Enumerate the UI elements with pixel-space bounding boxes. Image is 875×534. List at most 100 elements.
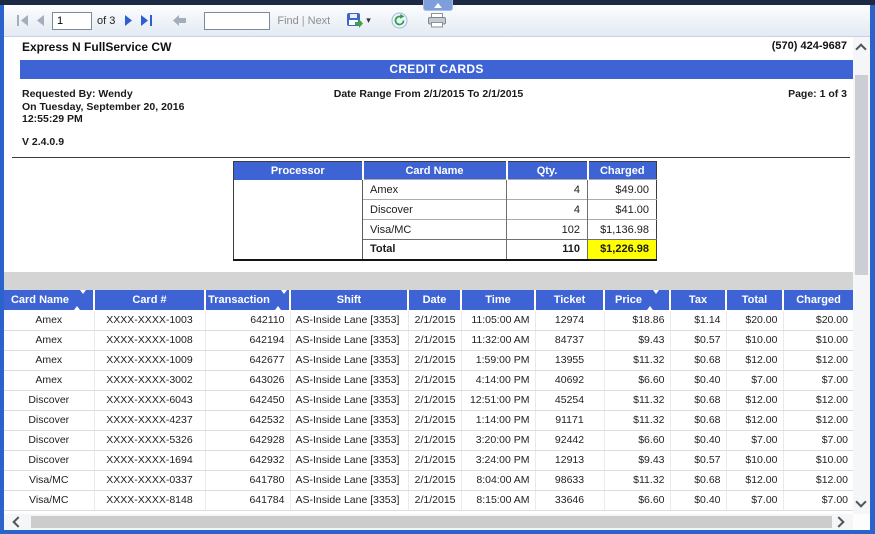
summary-processor-cell: [234, 180, 363, 260]
scroll-right-icon[interactable]: [833, 516, 844, 527]
cell-tax: $0.57: [670, 450, 726, 470]
horizontal-scrollbar-thumb[interactable]: [31, 516, 832, 528]
cell-shift: AS-Inside Lane [3353]: [290, 330, 408, 350]
horizontal-scrollbar[interactable]: [4, 514, 853, 530]
summary-qty: 4: [507, 180, 588, 200]
page-count-label: of 3: [97, 15, 115, 27]
refresh-button[interactable]: [388, 9, 411, 32]
cell-price: $11.32: [604, 390, 670, 410]
page-number-input[interactable]: [52, 12, 92, 30]
scroll-left-icon[interactable]: [12, 516, 23, 527]
cell-price: $6.60: [604, 490, 670, 510]
cell-time: 1:59:00 PM: [461, 350, 535, 370]
summary-header-card-name: Card Name: [363, 162, 507, 180]
summary-card-name: Amex: [363, 180, 507, 200]
cell-price: $9.43: [604, 450, 670, 470]
report-viewer-window: of 3 Find | Next ▾: [0, 0, 875, 534]
table-row: Discover XXXX-XXXX-6043 642450 AS-Inside…: [4, 390, 853, 410]
cell-charged: $10.00: [783, 330, 853, 350]
export-button[interactable]: ▾: [344, 10, 374, 32]
window-left-border: [0, 5, 4, 534]
cell-date: 2/1/2015: [408, 410, 461, 430]
cell-tax: $0.68: [670, 410, 726, 430]
back-to-parent-button[interactable]: [170, 12, 190, 29]
search-input[interactable]: [204, 12, 270, 30]
detail-header-charged: Charged: [783, 290, 853, 310]
collapse-tab-arrow-icon: [434, 3, 442, 8]
summary-qty: 4: [507, 200, 588, 220]
cell-date: 2/1/2015: [408, 370, 461, 390]
cell-ticket: 91171: [535, 410, 604, 430]
refresh-icon: [391, 12, 408, 29]
detail-header-card-name[interactable]: Card Name: [4, 290, 94, 310]
table-row: Amex XXXX-XXXX-1003 642110 AS-Inside Lan…: [4, 310, 853, 330]
window-right-border: [870, 5, 875, 534]
cell-card-name: Amex: [4, 350, 94, 370]
cell-date: 2/1/2015: [408, 470, 461, 490]
business-name: Express N FullService CW: [22, 40, 171, 54]
cell-tax: $0.68: [670, 350, 726, 370]
cell-card-name: Visa/MC: [4, 490, 94, 510]
first-page-button[interactable]: [13, 12, 32, 29]
cell-transaction: 642194: [205, 330, 290, 350]
cell-shift: AS-Inside Lane [3353]: [290, 430, 408, 450]
cell-total: $20.00: [726, 310, 783, 330]
vertical-scrollbar[interactable]: [853, 37, 870, 514]
table-row: Discover XXXX-XXXX-4237 642532 AS-Inside…: [4, 410, 853, 430]
cell-transaction: 642928: [205, 430, 290, 450]
detail-header-transaction[interactable]: Transaction: [205, 290, 290, 310]
cell-date: 2/1/2015: [408, 330, 461, 350]
summary-total-qty: 110: [507, 240, 588, 260]
prev-page-icon: [35, 15, 45, 26]
page-indicator: Page: 1 of 3: [788, 88, 847, 100]
summary-charged: $1,136.98: [588, 220, 657, 240]
cell-shift: AS-Inside Lane [3353]: [290, 350, 408, 370]
cell-time: 11:05:00 AM: [461, 310, 535, 330]
cell-shift: AS-Inside Lane [3353]: [290, 310, 408, 330]
cell-transaction: 643026: [205, 370, 290, 390]
print-button[interactable]: [425, 10, 449, 31]
cell-transaction: 642450: [205, 390, 290, 410]
cell-card-number: XXXX-XXXX-8148: [94, 490, 205, 510]
sort-icon: [647, 294, 659, 306]
cell-price: $6.60: [604, 370, 670, 390]
cell-total: $10.00: [726, 330, 783, 350]
find-button[interactable]: Find: [277, 15, 298, 27]
cell-charged: $12.00: [783, 390, 853, 410]
scroll-down-icon[interactable]: [855, 496, 866, 507]
cell-card-number: XXXX-XXXX-1003: [94, 310, 205, 330]
cell-price: $11.32: [604, 350, 670, 370]
last-page-button[interactable]: [137, 12, 156, 29]
table-row: Amex XXXX-XXXX-1009 642677 AS-Inside Lan…: [4, 350, 853, 370]
summary-table: Processor Card Name Qty. Charged Amex 4 …: [233, 161, 657, 261]
cell-card-number: XXXX-XXXX-1008: [94, 330, 205, 350]
export-dropdown-icon: ▾: [366, 15, 371, 26]
scroll-up-icon[interactable]: [855, 43, 866, 54]
next-page-button[interactable]: [121, 12, 137, 29]
collapse-panel-tab[interactable]: [423, 0, 453, 11]
cell-price: $9.43: [604, 330, 670, 350]
find-next-button[interactable]: Next: [308, 15, 331, 27]
cell-price: $6.60: [604, 430, 670, 450]
summary-card-name: Visa/MC: [363, 220, 507, 240]
cell-price: $18.86: [604, 310, 670, 330]
detail-header-date: Date: [408, 290, 461, 310]
vertical-scrollbar-thumb[interactable]: [855, 75, 868, 275]
cell-tax: $0.40: [670, 370, 726, 390]
cell-charged: $7.00: [783, 370, 853, 390]
prev-page-button[interactable]: [32, 12, 48, 29]
cell-total: $7.00: [726, 430, 783, 450]
report-title-banner: CREDIT CARDS: [20, 60, 853, 79]
detail-header-time: Time: [461, 290, 535, 310]
summary-header-charged: Charged: [588, 162, 657, 180]
cell-total: $7.00: [726, 490, 783, 510]
export-icon: [347, 13, 364, 29]
detail-header-price[interactable]: Price: [604, 290, 670, 310]
cell-shift: AS-Inside Lane [3353]: [290, 410, 408, 430]
find-next-separator: |: [302, 15, 305, 27]
detail-header-tax: Tax: [670, 290, 726, 310]
cell-card-number: XXXX-XXXX-5326: [94, 430, 205, 450]
cell-charged: $7.00: [783, 490, 853, 510]
cell-card-name: Discover: [4, 450, 94, 470]
detail-table-body: Amex XXXX-XXXX-1003 642110 AS-Inside Lan…: [4, 310, 853, 510]
